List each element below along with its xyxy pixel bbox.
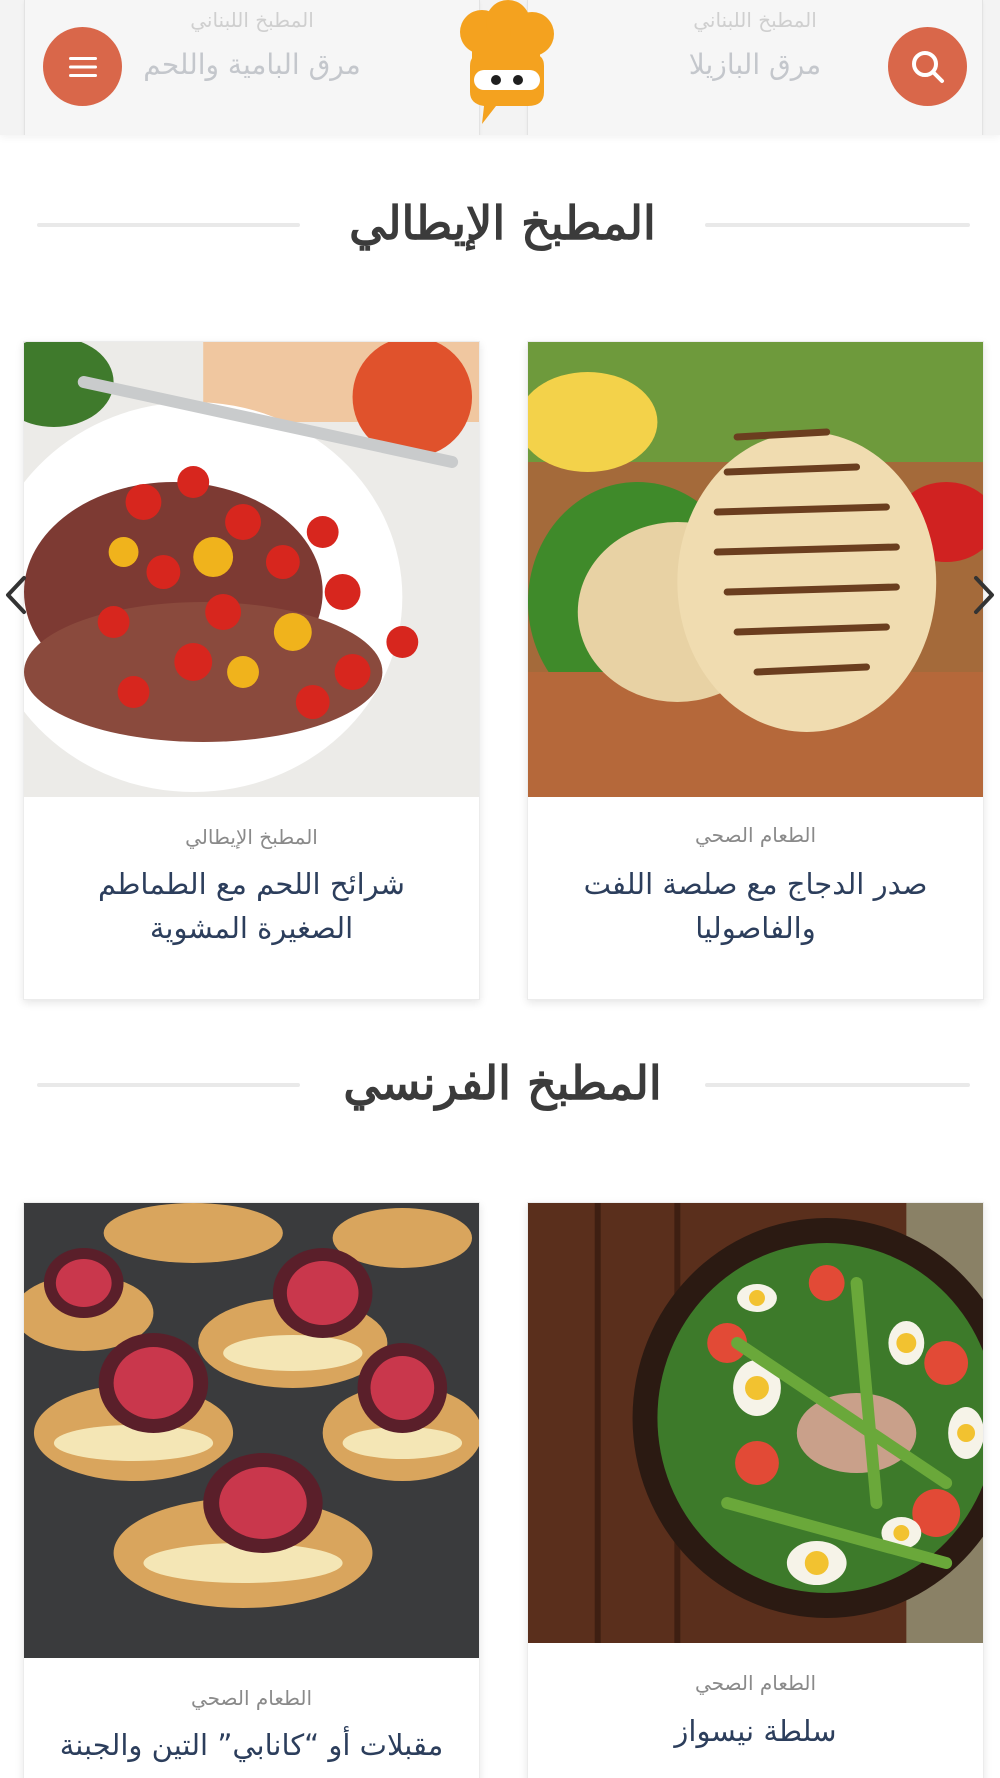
search-button[interactable] [888,27,967,106]
recipe-image[interactable] [528,1203,983,1643]
card-category: الطعام الصحي [694,1671,817,1695]
section-title: المطبخ الإيطالي [349,196,656,250]
section-heading-french: المطبخ الفرنسي [0,1043,1000,1123]
chef-hat-logo[interactable] [452,0,560,128]
search-icon [911,50,944,83]
recipe-card[interactable]: المطبخ الإيطالي شرائح اللحم مع الطماطم ا… [23,341,480,1000]
divider [37,223,300,227]
card-title[interactable]: سلطة نيسواز [528,1709,983,1753]
recipe-image[interactable] [24,1203,479,1658]
divider [37,1083,300,1087]
carousel-next-button[interactable] [968,570,998,620]
recipe-card[interactable]: الطعام الصحي مقبلات أو “كانابي” التين وا… [23,1202,480,1778]
divider [705,1083,970,1087]
card-title[interactable]: شرائح اللحم مع الطماطم الصغيرة المشوية [24,862,479,950]
recipe-card[interactable]: الطعام الصحي صدر الدجاج مع صلصة اللفت وا… [527,341,984,1000]
carousel-prev-button[interactable] [2,570,32,620]
section-heading-italian: المطبخ الإيطالي [0,183,1000,263]
recipe-image[interactable] [24,342,479,797]
chevron-left-icon [6,576,26,614]
recipe-image[interactable] [528,342,983,797]
divider [705,223,970,227]
card-category: الطعام الصحي [190,1686,313,1710]
menu-button[interactable] [43,27,122,106]
card-title[interactable]: صدر الدجاج مع صلصة اللفت والفاصوليا [528,862,983,950]
section-title: المطبخ الفرنسي [343,1056,662,1110]
card-title[interactable]: مقبلات أو “كانابي” التين والجبنة [24,1723,479,1767]
chevron-right-icon [974,576,994,614]
card-category: المطبخ الإيطالي [185,825,318,849]
recipe-card[interactable]: الطعام الصحي سلطة نيسواز [527,1202,984,1778]
card-category: الطعام الصحي [694,823,817,847]
hamburger-menu-icon [68,56,97,77]
